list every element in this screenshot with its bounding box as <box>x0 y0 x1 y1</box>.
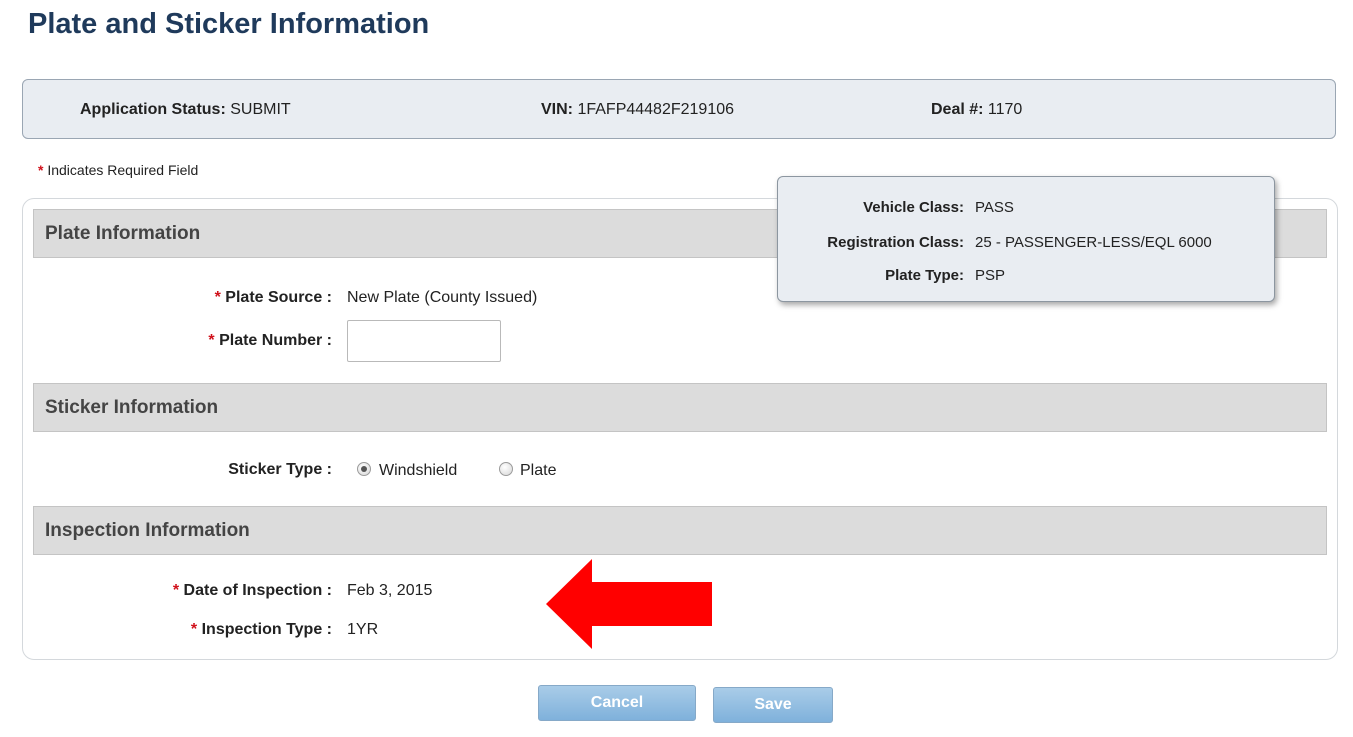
inspection-information-header: Inspection Information <box>33 506 1327 555</box>
plate-radio-label[interactable]: Plate <box>520 462 556 480</box>
asterisk-icon: * <box>190 621 198 638</box>
vehicle-class-label: Vehicle Class: <box>863 199 964 216</box>
deal-number-value: 1170 <box>987 101 1023 118</box>
date-of-inspection-value: Feb 3, 2015 <box>347 582 433 599</box>
red-arrow-left-icon <box>546 559 712 649</box>
windshield-radio[interactable] <box>357 462 371 476</box>
plate-source-label: * Plate Source : <box>214 289 332 306</box>
application-status: Application Status: SUBMIT <box>80 101 291 119</box>
required-field-note: * Indicates Required Field <box>38 162 198 178</box>
asterisk-icon: * <box>38 162 44 178</box>
plate-number-input[interactable] <box>347 320 501 362</box>
vehicle-class-value: PASS <box>975 199 1014 216</box>
plate-source-value: New Plate (County Issued) <box>347 289 538 306</box>
cancel-button[interactable]: Cancel <box>538 685 696 721</box>
deal-number-label: Deal #: <box>931 101 984 118</box>
asterisk-icon: * <box>214 289 221 306</box>
application-status-label: Application Status: <box>80 101 226 118</box>
save-button[interactable]: Save <box>713 687 833 723</box>
inspection-type-value: 1YR <box>347 621 379 638</box>
vin-value: 1FAFP44482F219106 <box>577 101 735 118</box>
plate-type-label: Plate Type: <box>885 267 964 284</box>
asterisk-icon: * <box>172 582 180 599</box>
application-status-bar: Application Status: SUBMIT VIN: 1FAFP444… <box>22 79 1336 139</box>
date-of-inspection-label: * Date of Inspection : <box>172 582 332 599</box>
sticker-type-label: Sticker Type : <box>228 461 332 478</box>
plate-type-value: PSP <box>975 267 1006 284</box>
page-title: Plate and Sticker Information <box>28 8 430 40</box>
deal-number: Deal #: 1170 <box>931 101 1022 119</box>
plate-number-label: * Plate Number : <box>208 332 332 349</box>
inspection-type-label: * Inspection Type : <box>190 621 332 638</box>
windshield-radio-label[interactable]: Windshield <box>379 462 457 480</box>
sticker-information-header: Sticker Information <box>33 383 1327 432</box>
vin-label: VIN: <box>541 101 573 118</box>
plate-radio[interactable] <box>499 462 513 476</box>
vehicle-info-popup: Vehicle Class: PASS Registration Class: … <box>777 176 1275 302</box>
registration-class-label: Registration Class: <box>827 234 964 251</box>
vin: VIN: 1FAFP44482F219106 <box>541 101 734 119</box>
application-status-value: SUBMIT <box>230 101 291 118</box>
required-field-text: Indicates Required Field <box>47 162 199 178</box>
registration-class-value: 25 - PASSENGER-LESS/EQL 6000 <box>975 234 1212 251</box>
asterisk-icon: * <box>208 332 215 349</box>
